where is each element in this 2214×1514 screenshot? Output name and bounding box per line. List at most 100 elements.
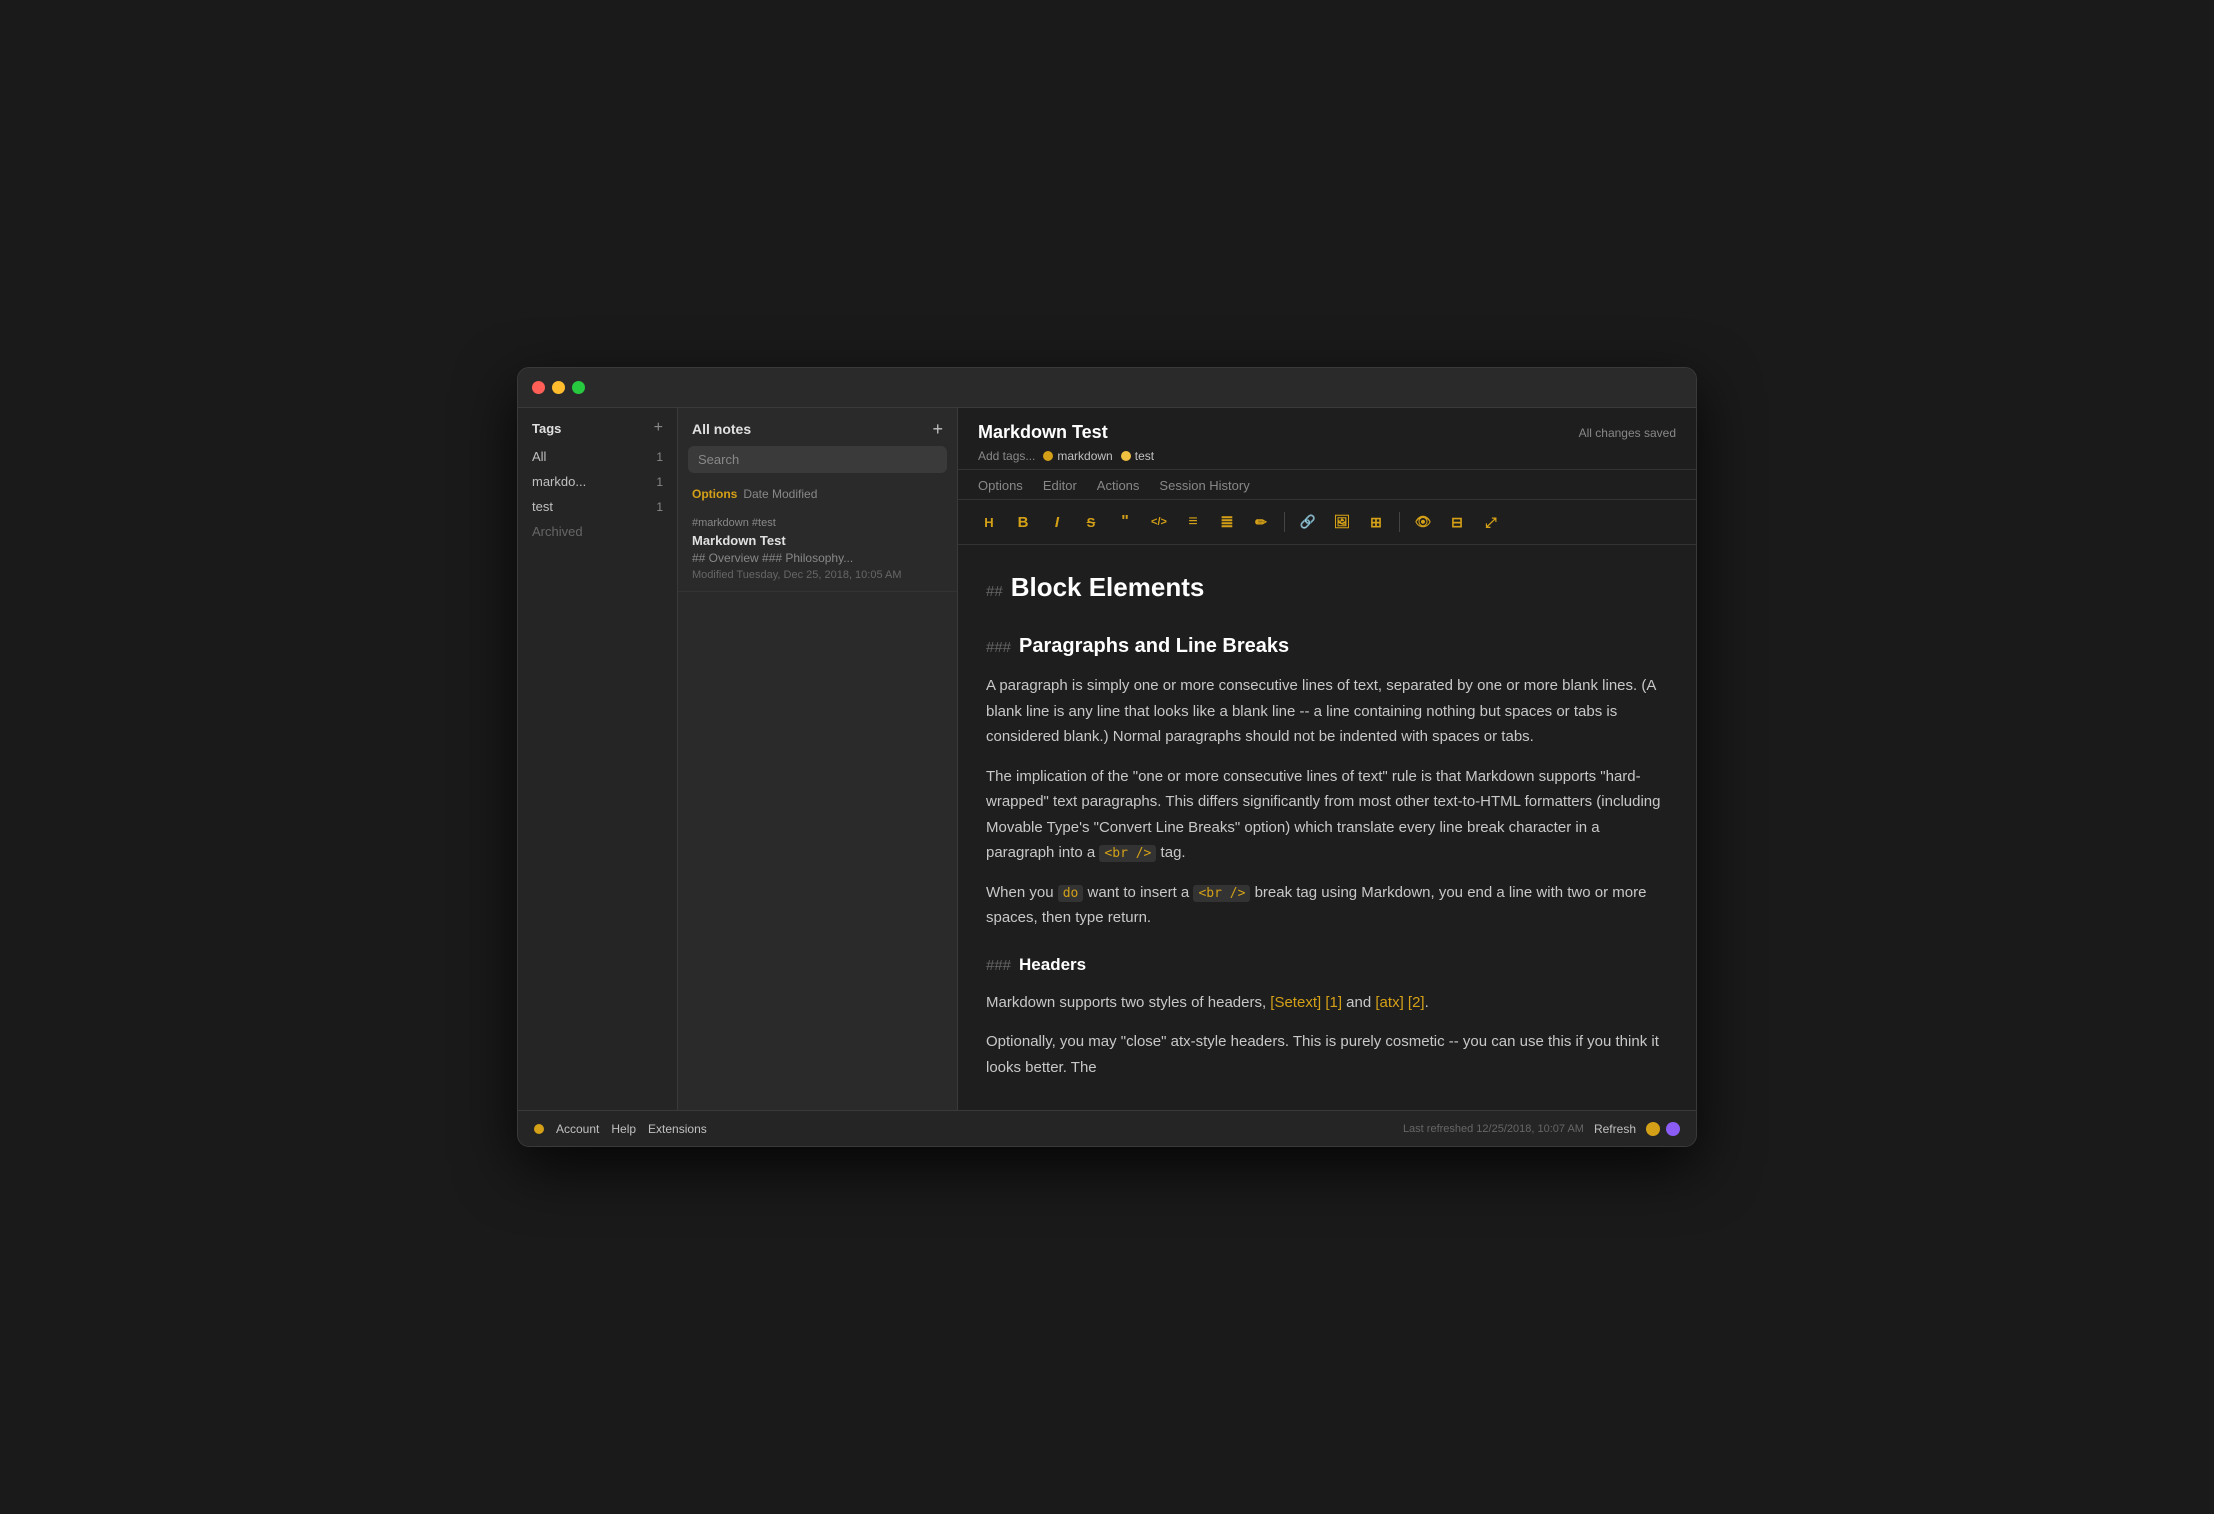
search-input[interactable] <box>688 446 947 473</box>
sort-bar: Options Date Modified <box>678 483 957 507</box>
editor-title-row: Markdown Test All changes saved <box>978 422 1676 443</box>
para3-code1: do <box>1058 885 1084 902</box>
account-dot <box>534 1124 544 1134</box>
fullscreen-button[interactable] <box>572 381 585 394</box>
tag-dot-test <box>1121 451 1131 461</box>
sort-value-label: Date Modified <box>743 487 817 501</box>
table-button[interactable]: ⊞ <box>1361 508 1391 536</box>
note-title: Markdown Test <box>692 533 943 548</box>
editor-header: Markdown Test All changes saved Add tags… <box>958 408 1696 470</box>
highlight-button[interactable]: ✏ <box>1246 508 1276 536</box>
h4-hash: ### <box>986 953 1011 979</box>
main-layout: Tags + All 1 markdo... 1 test 1 Archived… <box>518 408 1696 1110</box>
app-window: Tags + All 1 markdo... 1 test 1 Archived… <box>517 367 1697 1147</box>
sidebar: Tags + All 1 markdo... 1 test 1 Archived <box>518 408 678 1110</box>
h3-hash: ### <box>986 635 1011 661</box>
image-button[interactable]: 🖼 <box>1327 508 1357 536</box>
split-view-button[interactable]: ⊟ <box>1442 508 1472 536</box>
add-tags-button[interactable]: Add tags... <box>978 449 1035 463</box>
heading-button[interactable]: H <box>974 508 1004 536</box>
tag-test-label: test <box>1135 449 1154 463</box>
tag-test[interactable]: test <box>1121 449 1154 463</box>
quote-button[interactable]: " <box>1110 508 1140 536</box>
tab-editor[interactable]: Editor <box>1043 478 1077 499</box>
refresh-button[interactable]: Refresh <box>1594 1122 1636 1136</box>
strikethrough-button[interactable]: S <box>1076 508 1106 536</box>
sidebar-markdown-count: 1 <box>656 475 663 489</box>
paragraph-5: Optionally, you may "close" atx-style he… <box>986 1029 1668 1080</box>
paragraph-4: Markdown supports two styles of headers,… <box>986 990 1668 1016</box>
sidebar-archived-label: Archived <box>532 524 583 539</box>
sidebar-test-count: 1 <box>656 500 663 514</box>
para3-start: When you <box>986 884 1058 901</box>
toolbar-separator <box>1284 512 1285 532</box>
note-preview: ## Overview ### Philosophy... <box>692 551 943 565</box>
paragraph-1: A paragraph is simply one or more consec… <box>986 673 1668 750</box>
notes-list-header: All notes + <box>678 408 957 446</box>
sidebar-all-count: 1 <box>656 450 663 464</box>
sidebar-item-markdown[interactable]: markdo... 1 <box>518 469 677 494</box>
close-button[interactable] <box>532 381 545 394</box>
extensions-button[interactable]: Extensions <box>648 1122 707 1136</box>
note-date: Modified Tuesday, Dec 25, 2018, 10:05 AM <box>692 569 943 581</box>
new-note-button[interactable]: + <box>932 420 943 438</box>
bottom-right: Last refreshed 12/25/2018, 10:07 AM Refr… <box>1403 1122 1680 1136</box>
tags-label: Tags <box>532 421 654 436</box>
refresh-info: Last refreshed 12/25/2018, 10:07 AM <box>1403 1123 1584 1135</box>
paragraph-3: When you do want to insert a <br /> brea… <box>986 880 1668 931</box>
sidebar-item-archived[interactable]: Archived <box>518 519 677 544</box>
help-button[interactable]: Help <box>611 1122 636 1136</box>
bottom-bar: Account Help Extensions Last refreshed 1… <box>518 1110 1696 1146</box>
theme-icon[interactable] <box>1666 1122 1680 1136</box>
atx-link[interactable]: [atx] [2] <box>1375 994 1424 1011</box>
para3-code2: <br /> <box>1193 885 1250 902</box>
editor-pane: Markdown Test All changes saved Add tags… <box>958 408 1696 1110</box>
editor-content[interactable]: ## Block Elements ### Paragraphs and Lin… <box>958 545 1696 1110</box>
tag-markdown-label: markdown <box>1057 449 1112 463</box>
para2-start: The implication of the "one or more cons… <box>986 768 1660 862</box>
preview-button[interactable]: 👁 <box>1408 508 1438 536</box>
h2-text: Block Elements <box>1011 565 1205 609</box>
sync-icon[interactable] <box>1646 1122 1660 1136</box>
bold-button[interactable]: B <box>1008 508 1038 536</box>
sidebar-all-label: All <box>532 449 656 464</box>
note-item[interactable]: #markdown #test Markdown Test ## Overvie… <box>678 507 957 592</box>
unordered-list-button[interactable]: ≡ <box>1178 508 1208 536</box>
traffic-lights <box>532 381 585 394</box>
ordered-list-button[interactable]: ≣ <box>1212 508 1242 536</box>
tab-actions[interactable]: Actions <box>1097 478 1140 499</box>
search-bar <box>688 446 947 473</box>
bottom-icons <box>1646 1122 1680 1136</box>
code-button[interactable]: </> <box>1144 508 1174 536</box>
para4-start: Markdown supports two styles of headers, <box>986 994 1270 1011</box>
note-tags: #markdown #test <box>692 517 943 529</box>
minimize-button[interactable] <box>552 381 565 394</box>
sort-options-label[interactable]: Options <box>692 487 737 501</box>
sidebar-markdown-label: markdo... <box>532 474 656 489</box>
tag-markdown[interactable]: markdown <box>1043 449 1112 463</box>
italic-button[interactable]: I <box>1042 508 1072 536</box>
expand-button[interactable]: ⤢ <box>1476 508 1506 536</box>
account-button[interactable]: Account <box>556 1122 599 1136</box>
setext-link[interactable]: [Setext] [1] <box>1270 994 1342 1011</box>
title-bar <box>518 368 1696 408</box>
editor-tags-row: Add tags... markdown test <box>978 449 1676 463</box>
link-button[interactable]: 🔗 <box>1293 508 1323 536</box>
para3-mid: want to insert a <box>1083 884 1193 901</box>
h2-hash: ## <box>986 579 1003 605</box>
sidebar-item-test[interactable]: test 1 <box>518 494 677 519</box>
para4-end: . <box>1425 994 1429 1011</box>
toolbar-separator-2 <box>1399 512 1400 532</box>
paragraph-2: The implication of the "one or more cons… <box>986 764 1668 866</box>
add-tag-button[interactable]: + <box>654 420 663 436</box>
h4-text: Headers <box>1019 951 1086 980</box>
editor-toolbar: H B I S " </> ≡ ≣ ✏ 🔗 🖼 ⊞ 👁 ⊟ ⤢ <box>958 500 1696 545</box>
sidebar-test-label: test <box>532 499 656 514</box>
sidebar-item-all[interactable]: All 1 <box>518 444 677 469</box>
tab-options[interactable]: Options <box>978 478 1023 499</box>
editor-title: Markdown Test <box>978 422 1108 443</box>
tab-session-history[interactable]: Session History <box>1159 478 1249 499</box>
heading-paragraphs: ### Paragraphs and Line Breaks <box>986 629 1668 663</box>
heading-headers: ### Headers <box>986 951 1668 980</box>
para2-end: tag. <box>1156 844 1185 861</box>
